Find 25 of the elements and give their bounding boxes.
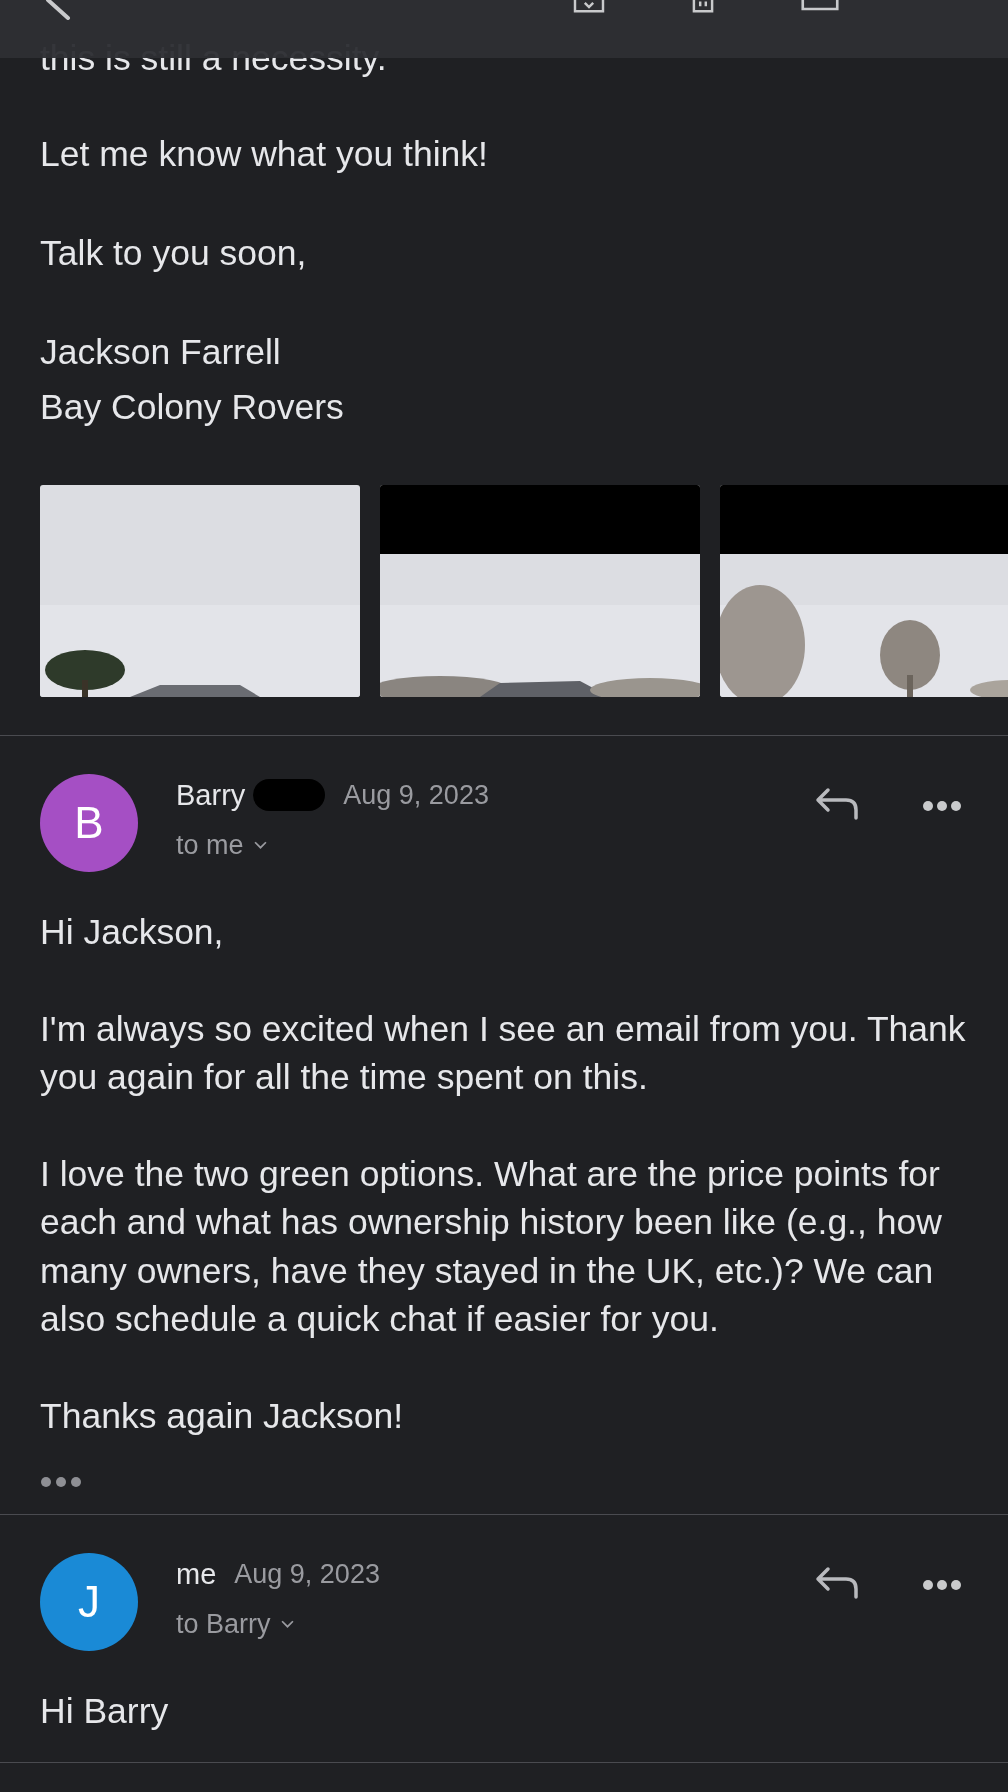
more-options-icon[interactable]: [922, 800, 962, 812]
avatar: B: [40, 774, 138, 872]
show-quoted-text-icon[interactable]: [40, 1476, 82, 1488]
body-text: Hi Barry: [40, 1690, 170, 1733]
reply-icon[interactable]: [814, 786, 860, 822]
body-text: Talk to you soon,: [40, 231, 308, 275]
body-text: I love the two green options. What are the price points for each and what has ownership history been like (e.g., how many owners, have they stayed in the UK, etc.)? We can also schedule a quick chat if easier for you.: [40, 1152, 943, 1341]
sender-name: Barry: [176, 778, 246, 812]
reply-icon[interactable]: [814, 1565, 860, 1601]
avatar: J: [40, 1553, 138, 1651]
body-text: this is still a necessity.: [40, 37, 388, 80]
more-options-icon[interactable]: [922, 1579, 962, 1591]
body-text: Hi Jackson,: [40, 911, 225, 954]
body-text: I'm always so excited when I see an email from you. Thank you again for all the time spent on this.: [40, 1007, 967, 1099]
message-date: Aug 9, 2023: [343, 779, 489, 811]
sender-name: me: [176, 1557, 217, 1591]
signature-line: Jackson Farrell: [40, 331, 282, 374]
recipients-toggle[interactable]: to Barry: [176, 1609, 294, 1640]
signature-line: Bay Colony Rovers: [40, 386, 345, 429]
recipients-toggle[interactable]: to me: [176, 830, 267, 861]
chevron-down-icon: [253, 841, 267, 850]
chevron-down-icon: [280, 1620, 294, 1629]
body-text: Thanks again Jackson!: [40, 1394, 405, 1438]
message-date: Aug 9, 2023: [234, 1558, 380, 1590]
body-text: Let me know what you think!: [40, 133, 489, 176]
